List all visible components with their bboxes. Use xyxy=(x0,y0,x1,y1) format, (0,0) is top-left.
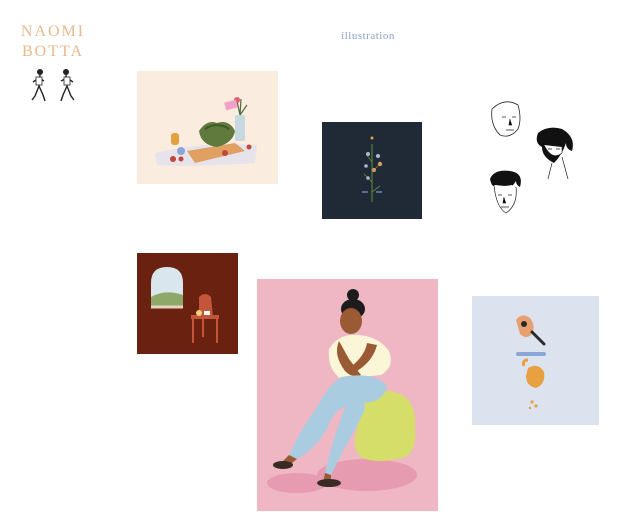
nav-illustration-link[interactable]: illustration xyxy=(330,30,406,42)
dancing-figures-icon xyxy=(28,68,80,104)
logo-line-2: BOTTA xyxy=(21,43,85,60)
gallery-item-food-objects[interactable] xyxy=(472,296,599,425)
gallery-item-room-chair[interactable] xyxy=(137,253,238,354)
logo-line-1: NAOMI xyxy=(20,23,86,40)
gallery-item-dark-flower[interactable] xyxy=(322,122,422,219)
portrait-sketches-illustration-icon xyxy=(482,95,578,219)
gallery-item-seated-woman[interactable] xyxy=(257,279,438,511)
seated-woman-illustration-icon xyxy=(257,279,438,511)
room-with-chair-illustration-icon xyxy=(137,253,238,354)
food-objects-illustration-icon xyxy=(472,296,599,425)
site-logo[interactable]: NAOMI BOTTA xyxy=(18,22,88,62)
gallery-item-still-life[interactable] xyxy=(137,71,278,184)
dark-flower-illustration-icon xyxy=(322,122,422,219)
still-life-table-illustration-icon xyxy=(137,71,278,184)
gallery-item-portrait-sketches[interactable] xyxy=(482,95,578,219)
